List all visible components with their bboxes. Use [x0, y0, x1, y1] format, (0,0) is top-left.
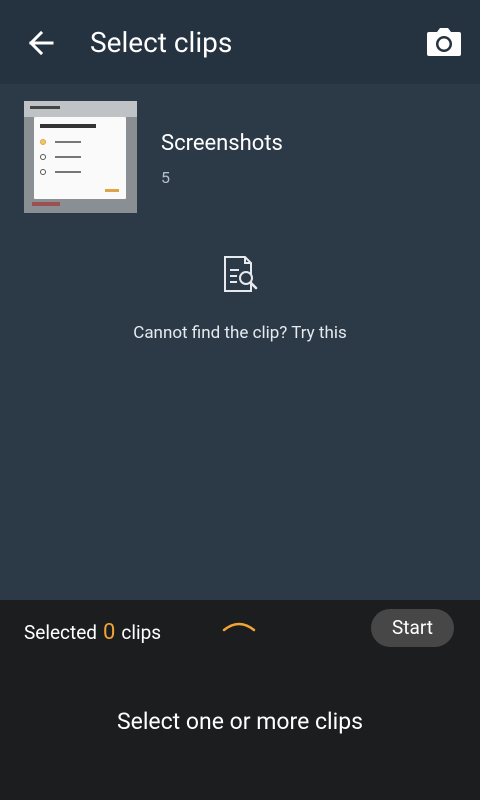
expand-panel-button[interactable]: [222, 618, 256, 634]
selected-prefix: Selected: [24, 621, 98, 644]
app-bar: Select clips: [0, 0, 480, 84]
page-title: Select clips: [90, 26, 233, 59]
selection-hint: Select one or more clips: [116, 708, 364, 735]
camera-icon: [427, 28, 461, 56]
selection-panel: Selected 0 clips Start Select one or more …: [0, 600, 480, 800]
selected-count: 0: [103, 620, 116, 645]
folder-item-screenshots[interactable]: Screenshots 5: [0, 84, 480, 228]
selected-count-label: Selected 0 clips: [24, 620, 161, 645]
back-button[interactable]: [22, 24, 62, 62]
arrow-left-icon: [28, 30, 54, 56]
selected-suffix: clips: [121, 621, 162, 644]
folder-name: Screenshots: [161, 131, 283, 156]
start-button[interactable]: Start: [371, 609, 454, 647]
chevron-up-icon: [222, 622, 256, 632]
help-link[interactable]: Cannot find the clip? Try this: [0, 250, 480, 350]
help-text: Cannot find the clip? Try this: [133, 323, 347, 343]
camera-button[interactable]: [424, 24, 464, 62]
document-search-icon: [224, 256, 258, 292]
folder-thumbnail: [24, 101, 137, 213]
folder-clip-count: 5: [161, 168, 170, 187]
